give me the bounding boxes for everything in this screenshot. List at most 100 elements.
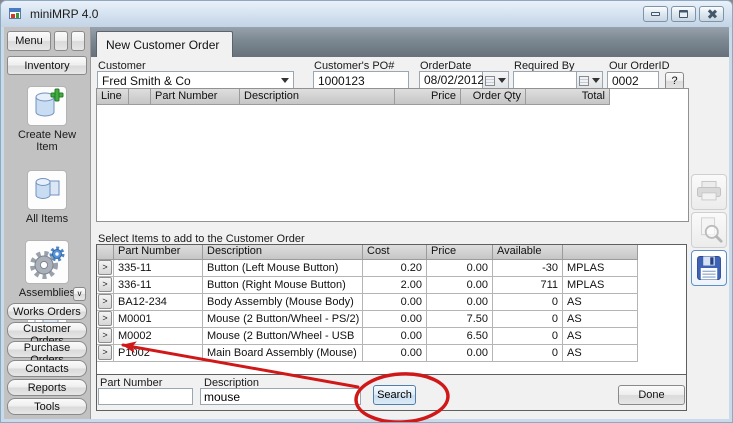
nav-tools-button[interactable]: Tools (7, 398, 87, 415)
pcol-available: Available (493, 245, 563, 260)
all-items-label: All Items (15, 213, 79, 225)
search-strip: Part Number Description Search Done (97, 375, 686, 411)
close-button[interactable] (699, 6, 724, 22)
order-lines-grid: Line Part Number Description Price Order… (96, 88, 689, 222)
close-icon (707, 10, 717, 18)
cell-price: 0.00 (427, 277, 493, 294)
cell-cost: 0.00 (363, 294, 427, 311)
picker-panel: Part Number Description Cost Price Avail… (96, 244, 687, 411)
col-total: Total (526, 89, 610, 105)
nav-reports-button[interactable]: Reports (7, 379, 87, 396)
table-row[interactable]: > BA12-234 Body Assembly (Mouse Body) 0.… (97, 294, 686, 311)
cylinder-plus-icon (29, 88, 65, 124)
cell-description: Button (Left Mouse Button) (203, 260, 363, 277)
cell-price: 7.50 (427, 311, 493, 328)
row-select-button[interactable]: > (98, 294, 112, 309)
save-button[interactable] (691, 250, 727, 286)
print-preview-button[interactable] (691, 212, 727, 248)
sidebar: Menu Inventory Create New Item (4, 27, 91, 419)
cell-price: 0.00 (427, 345, 493, 362)
cell-part-number: 335-11 (114, 260, 203, 277)
cell-part-number: P1002 (114, 345, 203, 362)
row-select-button[interactable]: > (98, 328, 112, 343)
cell-price: 0.00 (427, 294, 493, 311)
cell-available: 711 (493, 277, 563, 294)
app-icon (9, 7, 23, 21)
row-select-button[interactable]: > (98, 260, 112, 275)
cell-available: 0 (493, 345, 563, 362)
cell-description: Button (Right Mouse Button) (203, 277, 363, 294)
cell-available: 0 (493, 328, 563, 345)
calendar-icon (579, 76, 589, 86)
cell-type: MPLAS (563, 277, 638, 294)
chevron-down-icon (498, 78, 506, 83)
table-row[interactable]: > 336-11 Button (Right Mouse Button) 2.0… (97, 277, 686, 294)
order-form: Customer Customer's PO# OrderDate Requir… (91, 57, 729, 419)
chevron-down-icon (281, 78, 289, 83)
col-description: Description (240, 89, 395, 105)
all-items-button[interactable] (27, 170, 67, 210)
cell-cost: 0.00 (363, 328, 427, 345)
nav-purchase-orders-button[interactable]: Purchase Orders (7, 341, 87, 358)
cell-type: AS (563, 328, 638, 345)
sidebar-mini-button-1[interactable] (54, 31, 68, 51)
menu-button[interactable]: Menu (7, 31, 51, 51)
col-order-qty: Order Qty (461, 89, 526, 105)
row-select-button[interactable]: > (98, 345, 112, 360)
cell-type: AS (563, 311, 638, 328)
col-part-number: Part Number (151, 89, 240, 105)
inventory-button[interactable]: Inventory (7, 56, 87, 75)
gears-icon (28, 243, 66, 281)
create-new-item-label: Create New Item (15, 129, 79, 153)
pcol-selector (97, 245, 114, 260)
maximize-button[interactable] (671, 6, 696, 22)
print-button[interactable] (691, 174, 727, 210)
col-blank (129, 89, 151, 105)
done-button[interactable]: Done (618, 385, 685, 405)
cell-part-number: M0002 (114, 328, 203, 345)
cell-available: -30 (493, 260, 563, 277)
cell-cost: 0.00 (363, 345, 427, 362)
customer-value: Fred Smith & Co (102, 74, 281, 88)
pcol-type (563, 245, 638, 260)
cell-type: AS (563, 294, 638, 311)
cell-cost: 0.20 (363, 260, 427, 277)
window-title: miniMRP 4.0 (30, 7, 98, 21)
app-window: miniMRP 4.0 Menu Inventory (0, 0, 733, 423)
row-select-button[interactable]: > (98, 311, 112, 326)
picker-grid-header: Part Number Description Cost Price Avail… (97, 245, 686, 260)
order-lines-header: Line Part Number Description Price Order… (97, 89, 688, 105)
table-row[interactable]: > 335-11 Button (Left Mouse Button) 0.20… (97, 260, 686, 277)
cell-description: Mouse (2 Button/Wheel - PS/2) (203, 311, 363, 328)
nav-customer-orders-button[interactable]: Customer Orders (7, 322, 87, 339)
search-description-input[interactable] (200, 388, 361, 405)
table-row[interactable]: > M0001 Mouse (2 Button/Wheel - PS/2) 0.… (97, 311, 686, 328)
create-new-item-button[interactable] (27, 86, 67, 126)
nav-contacts-button[interactable]: Contacts (7, 360, 87, 377)
nav-works-orders-button[interactable]: Works Orders (7, 303, 87, 320)
chevron-down-icon (592, 78, 600, 83)
pcol-cost: Cost (363, 245, 427, 260)
pcol-part-number: Part Number (114, 245, 203, 260)
minimize-button[interactable] (643, 6, 668, 22)
scroll-more-button[interactable]: v (73, 287, 86, 301)
cell-part-number: 336-11 (114, 277, 203, 294)
col-line: Line (97, 89, 129, 105)
cell-description: Main Board Assembly (Mouse) (203, 345, 363, 362)
cell-part-number: BA12-234 (114, 294, 203, 311)
table-row[interactable]: > P1002 Main Board Assembly (Mouse) 0.00… (97, 345, 686, 362)
row-select-button[interactable]: > (98, 277, 112, 292)
tab-new-customer-order[interactable]: New Customer Order (96, 31, 233, 57)
sidebar-mini-button-2[interactable] (71, 31, 85, 51)
calendar-icon (485, 76, 495, 86)
pcol-description: Description (203, 245, 363, 260)
col-price: Price (395, 89, 461, 105)
cell-type: AS (563, 345, 638, 362)
search-part-number-input[interactable] (98, 388, 193, 405)
table-row[interactable]: > M0002 Mouse (2 Button/Wheel - USB 0.00… (97, 328, 686, 345)
assemblies-button[interactable] (25, 240, 69, 284)
search-button[interactable]: Search (373, 385, 416, 405)
cell-type: MPLAS (563, 260, 638, 277)
cell-cost: 2.00 (363, 277, 427, 294)
title-bar: miniMRP 4.0 (1, 1, 732, 27)
